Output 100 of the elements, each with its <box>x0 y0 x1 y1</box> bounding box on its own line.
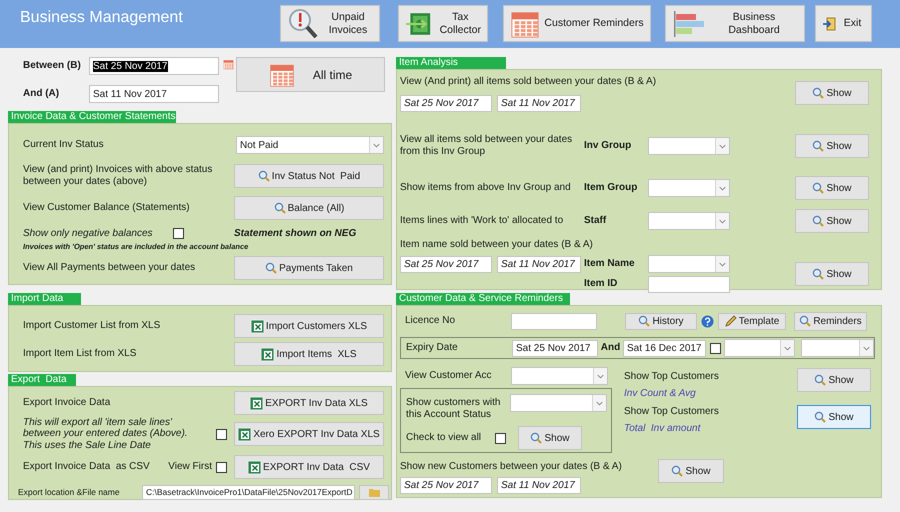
field-label: Item ID <box>584 278 618 290</box>
search-icon <box>638 315 650 327</box>
search-icon <box>814 411 826 423</box>
help-icon[interactable] <box>701 314 714 328</box>
checkbox[interactable] <box>216 428 227 440</box>
date-field[interactable]: Sat 11 Nov 2017 <box>89 85 219 103</box>
show-button[interactable]: Show <box>797 368 871 392</box>
inv-status-button[interactable]: Inv Status Not Paid <box>234 164 384 188</box>
search-icon <box>258 170 270 182</box>
section-header: Invoice Data & Customer Statements <box>8 111 176 123</box>
show-button[interactable]: Show <box>795 176 869 200</box>
date-field[interactable]: Sat 25 Nov 2017 <box>400 256 492 272</box>
section-header: Export Data <box>8 374 76 386</box>
template-button[interactable]: Template <box>718 312 786 330</box>
file-path-field[interactable]: C:\Basetrack\InvoicePro1\DataFile\25Nov2017ExportD <box>142 484 355 500</box>
field-label: And <box>600 342 622 354</box>
history-button[interactable]: History <box>625 312 697 330</box>
description-text: View (and print) Invoices with above status between your dates (above) <box>23 164 214 188</box>
checkbox[interactable] <box>495 432 506 444</box>
description-text: Import Item List from XLS <box>23 348 136 360</box>
description-text: Show Top Customers <box>624 371 720 384</box>
date-field[interactable]: Sat 11 Nov 2017 <box>497 476 581 494</box>
checkbox-label: View First <box>168 460 212 474</box>
description-text: Show new Customers between your dates (B & A) <box>400 460 623 474</box>
reminder-dropdown[interactable] <box>801 339 874 357</box>
show-button[interactable]: Show <box>795 262 869 286</box>
checkbox[interactable] <box>216 462 227 472</box>
note-text: Inv Count & Avg <box>624 388 697 400</box>
licence-field[interactable] <box>511 312 597 330</box>
note-text: Statement shown on NEG <box>234 228 358 240</box>
toolbar-button[interactable]: Tax Collector <box>398 5 488 42</box>
show-button[interactable]: Show <box>795 81 869 105</box>
section-header: Item Analysis <box>396 57 506 69</box>
description-text: View all items sold between your dates from this Inv Group <box>400 134 574 158</box>
group-dropdown[interactable] <box>648 179 730 197</box>
spreadsheet-icon <box>248 460 262 474</box>
spreadsheet-icon <box>250 320 264 332</box>
search-icon <box>814 374 826 386</box>
reminders-button[interactable]: Reminders <box>794 312 867 330</box>
payments-button[interactable]: Payments Taken <box>234 256 384 280</box>
chevron-down-icon <box>715 213 729 229</box>
date-field[interactable]: Sat 25 Nov 2017 <box>512 340 598 356</box>
all-time-button[interactable]: All time <box>236 57 385 92</box>
section-header: Import Data <box>8 293 81 305</box>
checkbox-label: Show only negative balances <box>23 228 153 240</box>
show-button[interactable]: Show <box>795 209 869 233</box>
field-label: Licence No <box>404 314 456 328</box>
date-field[interactable]: Sat 25 Nov 2017 <box>400 94 492 112</box>
import-button[interactable]: Import Items XLS <box>234 342 384 366</box>
export-button[interactable]: Xero EXPORT Inv Data XLS <box>234 422 384 446</box>
checkbox[interactable] <box>172 228 184 240</box>
calendar-icon <box>223 59 234 70</box>
search-icon <box>274 202 286 214</box>
chevron-down-icon <box>780 340 794 356</box>
toolbar-button[interactable]: Unpaid Invoices <box>280 5 380 42</box>
chevron-down-icon <box>715 180 729 196</box>
description-text: Items lines with 'Work to' allocated to <box>400 214 564 228</box>
folder-button[interactable] <box>359 484 389 500</box>
show-button[interactable]: Show <box>795 134 869 158</box>
description-text: Export Invoice Data as CSV <box>23 460 150 474</box>
date-field[interactable]: Sat 25 Nov 2017 <box>400 476 492 494</box>
description-text: Show items from above Inv Group and <box>400 182 572 194</box>
show-button[interactable]: Show <box>658 459 724 483</box>
spreadsheet-icon <box>250 396 264 410</box>
import-button[interactable]: Import Customers XLS <box>234 314 384 338</box>
field-label: Export location &File name <box>18 486 121 498</box>
checkbox[interactable] <box>710 342 721 354</box>
toolbar-button[interactable]: Business Dashboard <box>665 5 805 42</box>
item-name-dropdown[interactable] <box>648 255 730 273</box>
search-icon <box>812 87 824 99</box>
description-text: View All Payments between your dates <box>23 262 196 274</box>
item-id-field[interactable] <box>648 276 730 292</box>
toolbar-button[interactable]: Customer Reminders <box>503 5 651 42</box>
search-icon <box>671 465 684 477</box>
group-dropdown[interactable] <box>648 137 730 155</box>
date-field[interactable]: Sat 16 Dec 2017 <box>623 340 706 356</box>
customer-dropdown[interactable] <box>511 367 608 385</box>
export-button[interactable]: EXPORT Inv Data XLS <box>234 391 384 415</box>
search-icon <box>812 215 824 227</box>
export-button[interactable]: EXPORT Inv Data CSV <box>234 455 384 479</box>
field-label: Expiry Date <box>405 342 459 354</box>
date-field[interactable]: Sat 25 Nov 2017 <box>89 57 219 75</box>
status-dropdown[interactable]: Not Paid <box>236 136 384 154</box>
note-text: Total Inv amount <box>624 422 702 435</box>
section-header: Customer Data & Service Reminders <box>396 293 570 305</box>
date-field[interactable]: Sat 11 Nov 2017 <box>497 94 581 112</box>
balance-button[interactable]: Balance (All) <box>234 196 384 220</box>
search-icon <box>265 262 278 274</box>
description-text: Import Customer List from XLS <box>23 320 160 332</box>
toolbar-button[interactable]: Exit <box>815 5 872 42</box>
field-label: Inv Group <box>584 140 632 152</box>
field-label: Item Name <box>584 258 636 270</box>
folder-icon <box>368 488 380 496</box>
magnifier-warning-icon <box>287 8 319 40</box>
date-field[interactable]: Sat 11 Nov 2017 <box>497 256 581 272</box>
status-dropdown[interactable] <box>510 394 607 412</box>
show-button[interactable]: Show <box>797 405 871 429</box>
show-button[interactable]: Show <box>518 426 582 450</box>
description-text: View Customer Balance (Statements) <box>23 202 190 214</box>
group-dropdown[interactable] <box>648 212 730 230</box>
